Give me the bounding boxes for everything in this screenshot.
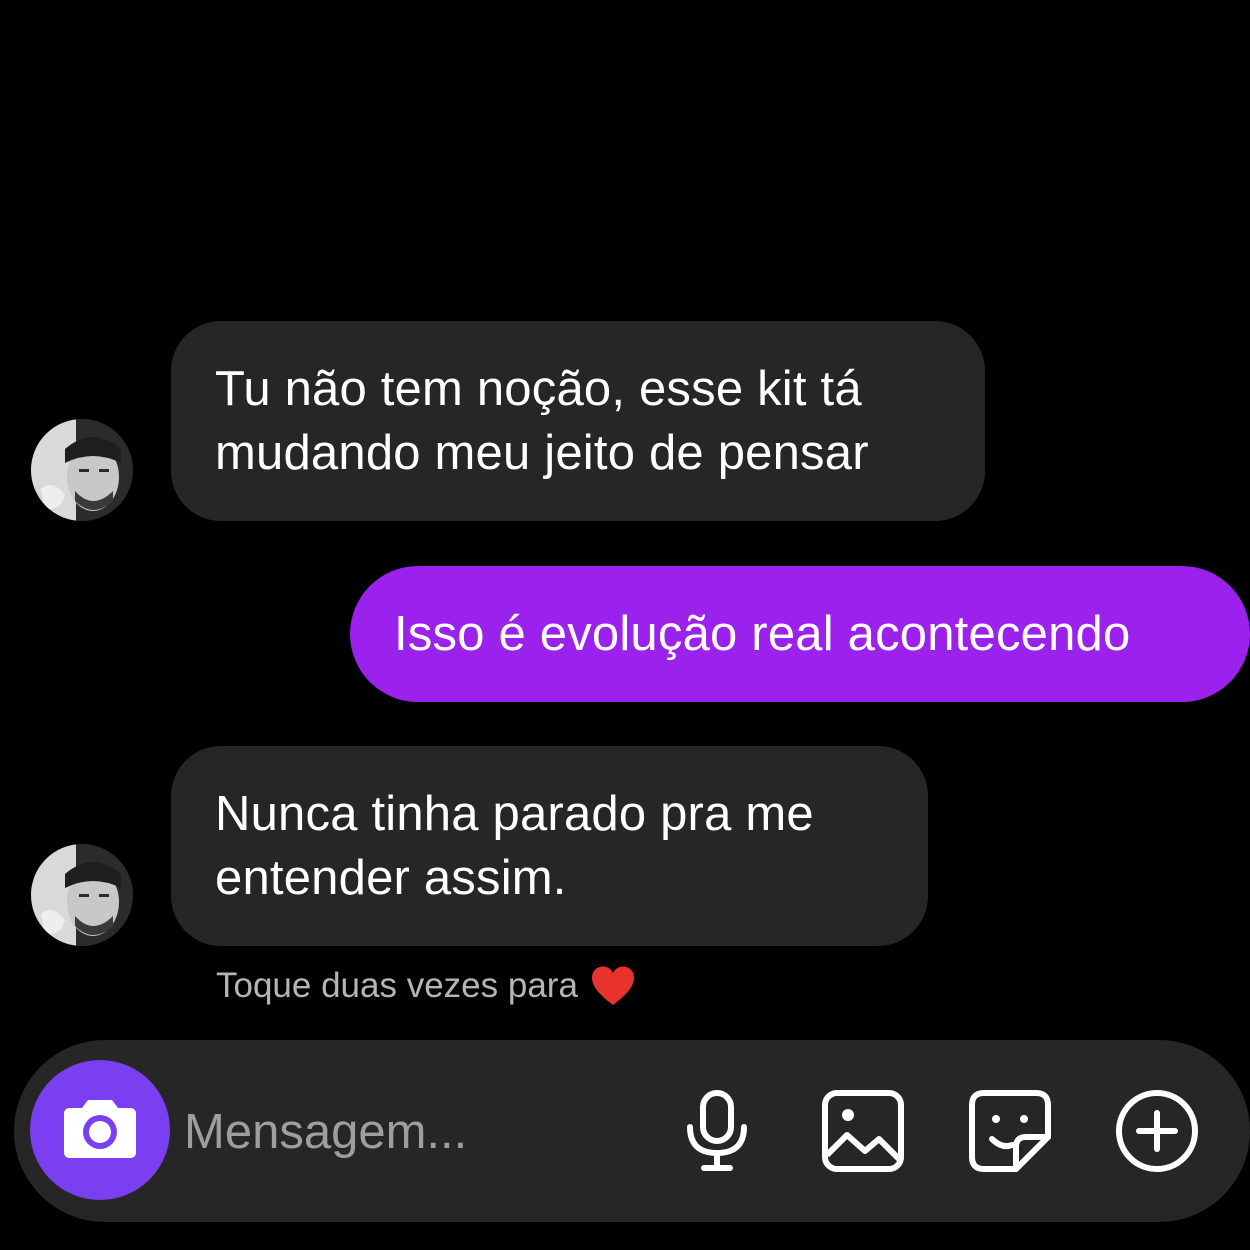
message-bubble-outgoing[interactable]: Isso é evolução real acontecendo xyxy=(350,566,1250,702)
avatar-photo-icon xyxy=(31,419,133,521)
heart-icon[interactable] xyxy=(590,965,636,1007)
gallery-icon xyxy=(821,1089,905,1178)
message-text-line: entender assim. xyxy=(215,851,567,905)
add-button[interactable] xyxy=(1112,1088,1202,1178)
message-text-line: mudando meu jeito de pensar xyxy=(215,426,869,480)
contact-avatar[interactable] xyxy=(31,419,133,521)
plus-icon xyxy=(1115,1089,1199,1178)
microphone-button[interactable] xyxy=(672,1088,762,1178)
hint-text: Toque duas vezes para xyxy=(216,966,578,1005)
message-text-line: Tu não tem noção, esse kit tá xyxy=(215,362,862,416)
sticker-button[interactable] xyxy=(965,1088,1055,1178)
message-composer xyxy=(14,1040,1250,1222)
gallery-button[interactable] xyxy=(818,1088,908,1178)
avatar-photo-icon xyxy=(31,844,133,946)
contact-avatar[interactable] xyxy=(31,844,133,946)
chat-screen: Tu não tem noção, esse kit tá mudando me… xyxy=(0,0,1250,1250)
message-text-line: Nunca tinha parado pra me xyxy=(215,787,814,841)
sticker-icon xyxy=(968,1089,1052,1178)
camera-button[interactable] xyxy=(30,1060,170,1200)
message-bubble-incoming[interactable]: Tu não tem noção, esse kit tá mudando me… xyxy=(171,321,985,521)
double-tap-hint: Toque duas vezes para xyxy=(216,960,636,1012)
message-text-line: Isso é evolução real acontecendo xyxy=(394,607,1131,661)
microphone-icon xyxy=(682,1089,752,1178)
camera-icon xyxy=(62,1096,138,1165)
message-input[interactable] xyxy=(184,1096,654,1168)
message-bubble-incoming[interactable]: Nunca tinha parado pra me entender assim… xyxy=(171,746,928,946)
